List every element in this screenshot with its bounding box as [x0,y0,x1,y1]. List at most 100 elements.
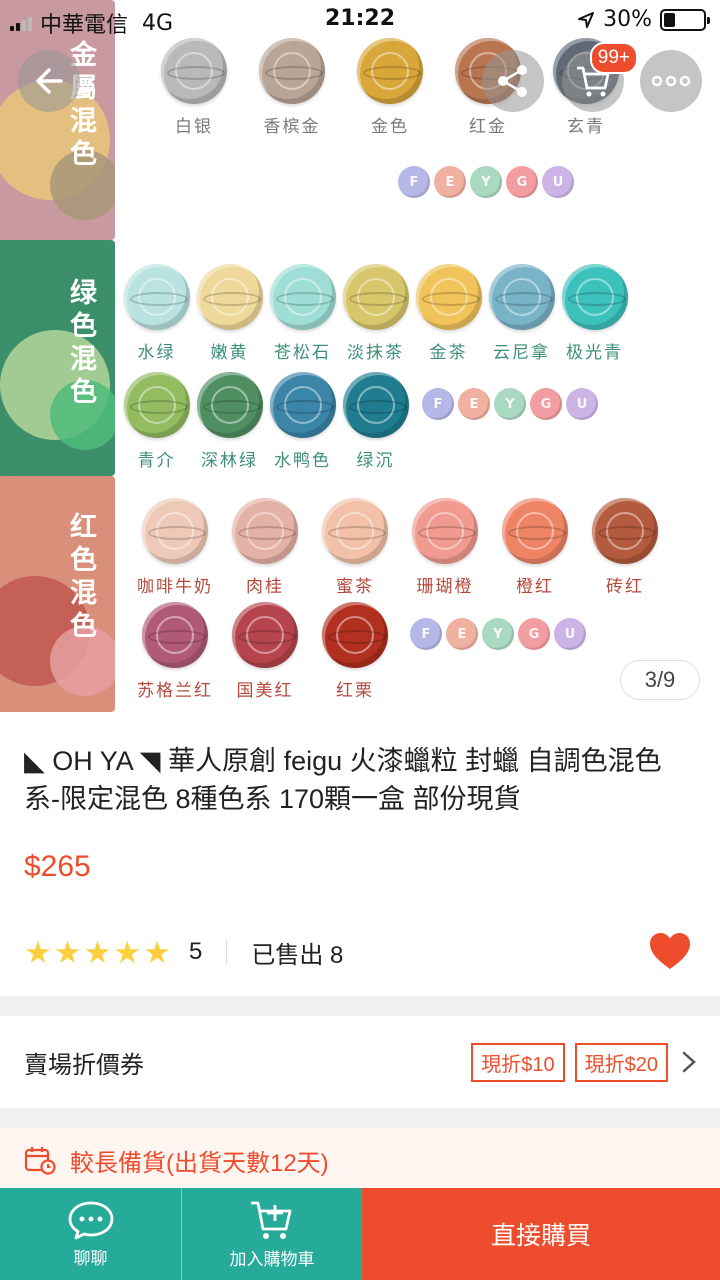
seal-color-name: 橙红 [516,577,554,597]
preorder-notice: 較長備貨(出貨天數12天) [0,1128,720,1192]
voucher-tag-10[interactable]: 現折$10 [471,1042,565,1082]
seal-swatch: 蜜茶 [310,498,400,597]
seal-swatch: 砖红 [580,498,670,597]
shop-voucher-row[interactable]: 賣場折價券 現折$10 現折$20 [0,1016,720,1108]
seal-swatch: 深林绿 [193,372,266,471]
seal-swatch: 嫩黄 [193,264,266,363]
chat-button[interactable]: 聊聊 [0,1188,181,1280]
battery-percent: 30% [603,7,652,32]
star-icon: ★ [83,934,112,970]
seal-swatch: 肉桂 [220,498,310,597]
wax-seal [561,264,628,330]
seal-color-name: 水绿 [137,343,176,363]
rating-row[interactable]: ★ ★ ★ ★ ★ 5 已售出 8 [24,930,696,974]
seal-swatch: 淡抹茶 [339,264,412,363]
share-button[interactable] [482,50,544,112]
wax-seal [196,372,263,438]
seal-swatch: 红栗 [310,602,400,701]
letter-seal: Y [470,166,502,198]
seal-swatch: 金色 [341,38,439,137]
seal-swatch: 国美红 [220,602,310,701]
seal-row: 苏格兰红 国美红 红栗 F E Y G U [130,602,700,701]
more-options-button[interactable] [640,50,702,112]
cart-count-badge: 99+ [589,42,638,74]
seal-color-name: 淡抹茶 [347,343,404,363]
band-label: 红色混色 [65,512,96,644]
seal-color-name: 玄青 [567,117,605,137]
star-icon: ★ [113,934,142,970]
wax-seal [322,602,388,668]
sold-count: 已售出 8 [251,941,344,969]
status-bar: 中華電信 4G 21:22 30% [0,0,720,40]
letter-seal: G [506,166,538,198]
seal-color-name: 香槟金 [263,117,321,137]
color-band-3: 红色混色 [0,476,115,712]
star-icon: ★ [143,934,171,970]
voucher-tag-20[interactable]: 現折$20 [574,1042,668,1082]
letter-seal: G [530,388,562,420]
product-price: $265 [24,850,91,883]
letter-seal: E [434,166,466,198]
seal-swatch: 香槟金 [243,38,341,137]
letter-seal-set: FEYGU [398,166,574,198]
buy-now-button[interactable]: 直接購買 [362,1188,720,1280]
section-divider [0,1108,720,1128]
seal-color-name: 青介 [137,451,176,471]
like-heart-icon[interactable] [648,930,692,974]
rating-value: 5 [188,938,203,965]
add-to-cart-button[interactable]: 加入購物車 [181,1188,362,1280]
location-arrow-icon [578,11,595,28]
buy-now-label: 直接購買 [490,1222,591,1250]
seal-color-name: 极光青 [566,343,623,363]
letter-seal: E [458,388,490,420]
cart-button[interactable]: 99+ [562,42,638,112]
star-icon: ★ [24,934,52,970]
letter-seal: E [446,618,478,650]
seal-color-name: 深林绿 [201,451,258,471]
wax-seal [161,38,227,104]
chevron-right-icon [682,1051,696,1073]
wax-seal [259,38,325,104]
calendar-clock-icon [24,1147,56,1175]
seal-swatch: 青介 [120,372,193,471]
seal-row: 水绿 嫩黄 苍松石 淡抹茶 金茶 云尼拿 极光青 [120,264,700,363]
seal-swatch: 咖啡牛奶 [130,498,220,597]
add-to-cart-label: 加入購物車 [229,1249,315,1269]
band-label: 绿色混色 [65,278,96,410]
letter-seal-set: FEYGU [422,388,598,420]
seal-color-name: 蜜茶 [336,577,374,597]
wax-seal [342,264,409,330]
seal-swatch: 苏格兰红 [130,602,220,701]
wax-seal [142,498,208,564]
wax-seal [592,498,658,564]
letter-seal: F [410,618,442,650]
back-button[interactable] [18,50,80,112]
seal-swatch: 橙红 [490,498,580,597]
wax-seal [342,372,409,438]
letter-seal: Y [482,618,514,650]
seal-swatch: 水绿 [120,264,193,363]
seal-row: FEYGU [398,150,700,198]
letter-seal: F [398,166,430,198]
wax-seal [232,602,298,668]
star-icon: ★ [53,934,82,970]
letter-seal: U [554,618,586,650]
seal-color-name: 珊瑚橙 [416,577,474,597]
share-icon [498,65,527,97]
rating-stars: ★ ★ ★ ★ ★ [24,937,171,968]
letter-seal: U [566,388,598,420]
divider [226,939,228,965]
seal-swatch: 云尼拿 [485,264,558,363]
product-image-gallery[interactable]: 金屬混色 白银 香槟金 金色 红金 玄青 F E Y G U 绿色混色 水绿 嫩黄 苍松石 淡抹茶 金茶 云尼拿极… [0,0,720,712]
seal-color-name: 苏格兰红 [137,681,213,701]
seal-color-name: 白银 [175,117,213,137]
seal-color-name: 绿沉 [356,451,395,471]
seal-color-name: 水鸭色 [274,451,331,471]
wax-seal [322,498,388,564]
bottom-action-bar: 聊聊 加入購物車 直接購買 [0,1188,720,1280]
seal-color-name: 金茶 [429,343,468,363]
wax-seal [412,498,478,564]
wax-seal [196,264,263,330]
seal-row: 青介 深林绿 水鸭色 绿沉 F E Y G U [120,372,700,471]
seal-color-name: 肉桂 [246,577,284,597]
